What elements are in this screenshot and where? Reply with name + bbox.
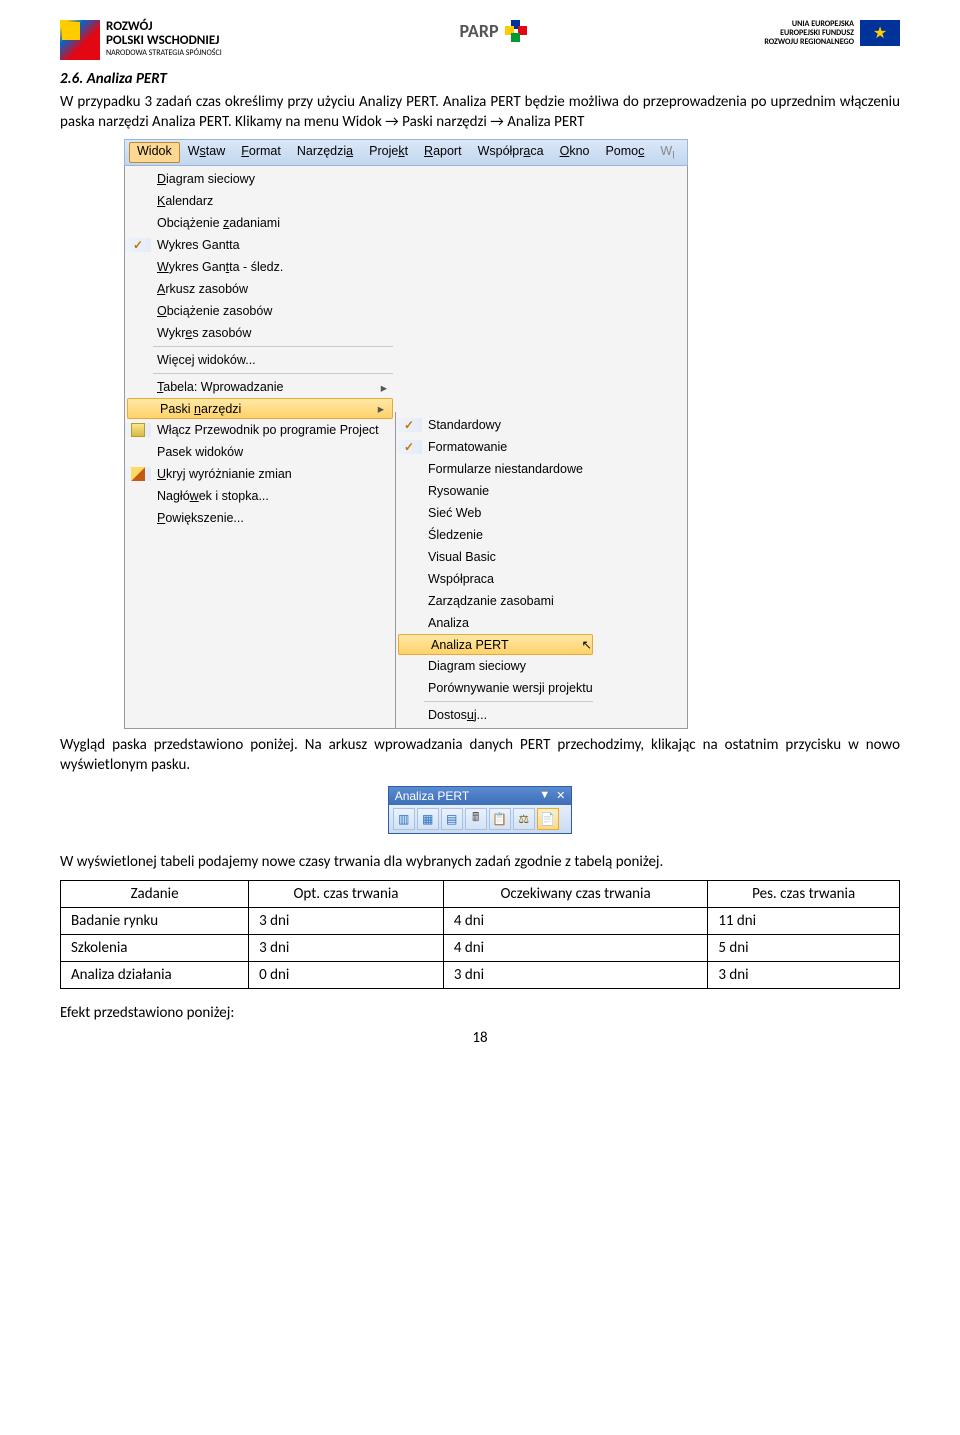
menu-widok[interactable]: Widok — [129, 142, 180, 164]
submenu-analiza[interactable]: Analiza — [396, 612, 595, 634]
table-header-row: Zadanie Opt. czas trwania Oczekiwany cza… — [61, 880, 900, 907]
table-row: Szkolenia 3 dni 4 dni 5 dni — [61, 934, 900, 961]
submenu-formatowanie[interactable]: ✓Formatowanie — [396, 436, 595, 458]
page-header: ROZWÓJ POLSKI WSCHODNIEJ NARODOWA STRATE… — [60, 20, 900, 60]
toolbar-btn-pert-sheet[interactable]: 📄 — [537, 808, 559, 830]
menu-item-arkusz-zasobow[interactable]: Arkusz zasobów — [125, 278, 395, 300]
submenu-standardowy[interactable]: ✓Standardowy — [396, 414, 595, 436]
menu-okno[interactable]: Okno — [552, 142, 598, 164]
menu-wstaw[interactable]: Wstaw — [180, 142, 234, 164]
page-number: 18 — [60, 1029, 900, 1047]
pencil-icon — [131, 467, 145, 481]
header-left-line2: POLSKI WSCHODNIEJ — [106, 34, 222, 48]
th-zadanie: Zadanie — [61, 880, 249, 907]
arrow-right-icon: ▸ — [373, 380, 395, 395]
submenu-visual-basic[interactable]: Visual Basic — [396, 546, 595, 568]
th-oczekiwany: Oczekiwany czas trwania — [443, 880, 708, 907]
guide-icon — [131, 423, 145, 437]
arrow-right-icon: ▸ — [370, 401, 392, 416]
check-icon: ✓ — [125, 238, 151, 252]
dropdown-menus: Diagram sieciowy Kalendarz Obciążenie za… — [124, 166, 688, 729]
toolbar-btn-exp-gantt[interactable]: ▦ — [417, 808, 439, 830]
toolbar-options-icon[interactable]: ▼ — [539, 789, 550, 802]
toolbar-btn-calc-pert[interactable]: 🖩 — [465, 808, 487, 830]
toolbar-title-label: Analiza PERT — [395, 789, 469, 803]
menu-item-wykres-zasobow[interactable]: Wykres zasobów — [125, 322, 395, 344]
th-opt: Opt. czas trwania — [249, 880, 444, 907]
menu-separator — [153, 346, 393, 347]
paski-narzedzi-submenu: ✓Standardowy ✓Formatowanie Formularze ni… — [395, 412, 595, 728]
submenu-sledzenie[interactable]: Śledzenie — [396, 524, 595, 546]
submenu-diagram-sieciowy[interactable]: Diagram sieciowy — [396, 655, 595, 677]
widok-dropdown: Diagram sieciowy Kalendarz Obciążenie za… — [125, 166, 395, 728]
pert-toolbar-screenshot: Analiza PERT ▼ ✕ ▥ ▦ ▤ 🖩 📋 ⚖ 📄 — [60, 786, 900, 834]
submenu-analiza-pert[interactable]: Analiza PERT↖ — [398, 634, 593, 655]
menu-item-wykres-gantta-sledz[interactable]: Wykres Gantta - śledz. — [125, 256, 395, 278]
menu-narzedzia[interactable]: Narzędzia — [289, 142, 361, 164]
toolbar-close-icon[interactable]: ✕ — [556, 789, 565, 802]
menu-separator — [424, 701, 593, 702]
menu-wspolpraca[interactable]: Współpraca — [470, 142, 552, 164]
menu-projekt[interactable]: Projekt — [361, 142, 416, 164]
menu-item-obciazenie-zadaniami[interactable]: Obciążenie zadaniami — [125, 212, 395, 234]
paragraph-3: W wyświetlonej tabeli podajemy nowe czas… — [60, 852, 900, 872]
header-right-line3: ROZWOJU REGIONALNEGO — [764, 38, 854, 47]
menu-item-ukryj-wyroznianie[interactable]: Ukryj wyróżnianie zmian — [125, 463, 395, 485]
menu-item-pasek-widokow[interactable]: Pasek widoków — [125, 441, 395, 463]
table-row: Analiza działania 0 dni 3 dni 3 dni — [61, 961, 900, 988]
menu-item-wykres-gantta[interactable]: ✓Wykres Gantta — [125, 234, 395, 256]
th-pes: Pes. czas trwania — [708, 880, 900, 907]
submenu-wspolpraca[interactable]: Współpraca — [396, 568, 595, 590]
submenu-formularze[interactable]: Formularze niestandardowe — [396, 458, 595, 480]
logo-right: UNIA EUROPEJSKA EUROPEJSKI FUNDUSZ ROZWO… — [764, 20, 900, 46]
menu-item-powiekszenie[interactable]: Powiększenie... — [125, 507, 395, 529]
section-title: 2.6. Analiza PERT — [60, 70, 900, 88]
pert-durations-table: Zadanie Opt. czas trwania Oczekiwany cza… — [60, 880, 900, 989]
logo-center: PARP — [460, 20, 527, 42]
menu-item-obciazenie-zasobow[interactable]: Obciążenie zasobów — [125, 300, 395, 322]
menu-item-diagram-sieciowy[interactable]: Diagram sieciowy — [125, 168, 395, 190]
menubar: Widok Wstaw Format Narzędzia Projekt Rap… — [124, 139, 688, 167]
header-left-line1: ROZWÓJ — [106, 20, 222, 34]
rozwoj-logo-icon — [60, 20, 100, 60]
parp-label: PARP — [460, 20, 499, 42]
check-icon: ✓ — [396, 440, 422, 454]
toolbar-titlebar[interactable]: Analiza PERT ▼ ✕ — [389, 787, 572, 805]
paragraph-2: Wygląd paska przedstawiono poniżej. Na a… — [60, 735, 900, 776]
logo-left: ROZWÓJ POLSKI WSCHODNIEJ NARODOWA STRATE… — [60, 20, 222, 60]
submenu-dostosuj[interactable]: Dostosuj... — [396, 704, 595, 726]
toolbar-btn-pes-gantt[interactable]: ▤ — [441, 808, 463, 830]
submenu-zarzadzanie-zasobami[interactable]: Zarządzanie zasobami — [396, 590, 595, 612]
toolbar-body: ▥ ▦ ▤ 🖩 📋 ⚖ 📄 — [389, 805, 572, 833]
cursor-icon: ↖ — [582, 637, 592, 652]
toolbar-btn-weights[interactable]: ⚖ — [513, 808, 535, 830]
parp-icon — [505, 20, 527, 42]
menu-item-paski-narzedzi[interactable]: Paski narzędzi▸ — [127, 398, 393, 419]
toolbar-btn-pert-form[interactable]: 📋 — [489, 808, 511, 830]
menu-item-przewodnik[interactable]: Włącz Przewodnik po programie Project — [125, 419, 395, 441]
check-icon: ✓ — [396, 418, 422, 432]
menu-item-tabela[interactable]: Tabela: Wprowadzanie▸ — [125, 376, 395, 398]
menu-format[interactable]: Format — [233, 142, 289, 164]
menu-separator — [153, 373, 393, 374]
submenu-rysowanie[interactable]: Rysowanie — [396, 480, 595, 502]
eu-flag-icon: ★ — [860, 20, 900, 46]
header-left-line3: NARODOWA STRATEGIA SPÓJNOŚCI — [106, 49, 222, 58]
menu-raport[interactable]: Raport — [416, 142, 470, 164]
submenu-siec-web[interactable]: Sieć Web — [396, 502, 595, 524]
toolbar-btn-opt-gantt[interactable]: ▥ — [393, 808, 415, 830]
document-page: ROZWÓJ POLSKI WSCHODNIEJ NARODOWA STRATE… — [0, 0, 960, 1077]
menu-item-kalendarz[interactable]: Kalendarz — [125, 190, 395, 212]
menu-pomoc[interactable]: Pomoc — [597, 142, 652, 164]
paragraph-4: Efekt przedstawiono poniżej: — [60, 1003, 900, 1023]
menu-item-naglowek-stopka[interactable]: Nagłówek i stopka... — [125, 485, 395, 507]
table-row: Badanie rynku 3 dni 4 dni 11 dni — [61, 907, 900, 934]
submenu-porownanie-wersji[interactable]: Porównywanie wersji projektu — [396, 677, 595, 699]
menu-item-wiecej-widokow[interactable]: Więcej widoków... — [125, 349, 395, 371]
paragraph-1: W przypadku 3 zadań czas określimy przy … — [60, 92, 900, 133]
menu-screenshot: Widok Wstaw Format Narzędzia Projekt Rap… — [124, 139, 900, 730]
menu-extra: Wl — [652, 142, 682, 164]
